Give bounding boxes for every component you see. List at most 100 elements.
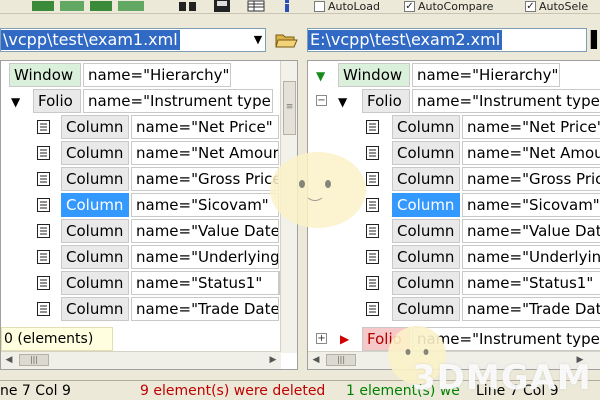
element-tag[interactable]: Folio (362, 89, 410, 113)
element-attribute[interactable]: name="Hierarchy" (412, 63, 560, 87)
element-attribute[interactable]: name="Sicovam" (131, 193, 279, 217)
element-attribute[interactable]: name="Sicovam" (462, 193, 600, 217)
element-attribute[interactable]: name="Net Amour (462, 141, 600, 165)
document-lines-icon (366, 120, 379, 134)
tree-row[interactable]: Column name="Net Price" (1, 115, 297, 139)
element-attribute[interactable]: name="Instrument type: (412, 89, 600, 113)
element-tag[interactable]: Column (392, 141, 460, 165)
collapse-box-icon[interactable]: − (316, 95, 327, 106)
tree-row[interactable]: ▼ Window name="Hierarchy" (308, 63, 600, 87)
element-attribute[interactable]: name="Trade Date (131, 297, 279, 321)
green-arrows-icon[interactable] (30, 0, 150, 12)
element-tag[interactable]: Column (392, 297, 460, 321)
autoload-checkbox-box[interactable] (314, 0, 325, 12)
element-tag[interactable]: Column (61, 141, 129, 165)
element-attribute[interactable]: name="Status1" (462, 271, 600, 295)
left-tree-pane[interactable]: Window name="Hierarchy" ▼ Folio name="Instru… (0, 60, 298, 370)
left-vertical-scroll-thumb[interactable]: ≡ (283, 81, 296, 135)
tree-row[interactable]: Column name="Trade Date (308, 297, 600, 321)
element-tag[interactable]: Folio (33, 89, 81, 113)
right-path-combobox[interactable]: E:\vcpp\test\exam2.xml (307, 28, 587, 52)
element-tag[interactable]: Column (61, 193, 129, 217)
element-tag[interactable]: Folio (362, 327, 410, 351)
tree-row[interactable]: Columnname="Status1"D (308, 271, 600, 295)
element-tag[interactable]: Window (9, 63, 81, 87)
element-attribute[interactable]: name="Instrument type: (412, 327, 600, 351)
autoselect-checkbox[interactable]: ✓ AutoSele (525, 0, 588, 13)
tree-row[interactable]: Column name="Net Amour (308, 141, 600, 165)
expand-box-icon[interactable]: + (316, 333, 327, 344)
element-tag[interactable]: Column (392, 271, 460, 295)
element-attribute[interactable]: name="Status1" (131, 271, 279, 295)
element-attribute[interactable]: name="Gross Price (462, 167, 600, 191)
element-tag[interactable]: Column (61, 219, 129, 243)
element-attribute[interactable]: name="Gross Price (131, 167, 279, 191)
tree-row[interactable]: − ▼ Folio name="Instrument type: (308, 89, 600, 113)
right-scroll-right-icon[interactable]: ▶ (572, 352, 588, 369)
right-scroll-left-icon[interactable]: ◀ (308, 352, 324, 369)
left-path-combobox[interactable]: \vcpp\test\exam1.xml ▼ (0, 28, 266, 52)
element-attribute[interactable]: name="Hierarchy" (83, 63, 231, 87)
element-attribute[interactable]: name="Trade Date (462, 297, 600, 321)
element-attribute[interactable]: name="Value Date (462, 219, 600, 243)
tree-row[interactable]: ▼ Folio name="Instrument type: (1, 89, 297, 113)
element-tag[interactable]: Column (392, 193, 460, 217)
right-tree-pane[interactable]: ▼ Window name="Hierarchy" − ▼ Folio name="Inst… (307, 60, 600, 370)
element-tag[interactable]: Column (61, 271, 129, 295)
element-attribute[interactable]: name="Net Price" (131, 115, 279, 139)
tree-row[interactable]: Column name="Sicovam" (308, 193, 600, 217)
save-icon[interactable] (212, 0, 232, 12)
element-tag[interactable]: Window (338, 63, 410, 87)
expand-window-icon[interactable]: ▼ (316, 69, 325, 83)
element-tag[interactable]: Column (61, 297, 129, 321)
autocompare-checkbox-box[interactable]: ✓ (404, 0, 415, 12)
left-path-text[interactable]: \vcpp\test\exam1.xml (1, 30, 180, 50)
tree-row[interactable]: + ▶ Folio name="Instrument type: (308, 327, 600, 351)
autoselect-checkbox-box[interactable]: ✓ (525, 0, 536, 12)
tree-row[interactable]: Column name="Net Amour (1, 141, 297, 165)
tree-row[interactable]: Column name="Value Date (308, 219, 600, 243)
info-icon[interactable] (280, 0, 294, 12)
element-tag[interactable]: Column (392, 219, 460, 243)
element-tag[interactable]: Column (392, 245, 460, 269)
autoload-checkbox[interactable]: AutoLoad (314, 0, 380, 13)
document-lines-icon (37, 146, 50, 160)
right-path-dropdown-icon[interactable]: ▌ (591, 30, 600, 49)
tree-row[interactable]: Column name="Net Price" (308, 115, 600, 139)
collapse-folio-icon[interactable]: ▼ (11, 95, 20, 109)
right-horizontal-scroll-thumb[interactable]: ||| (326, 354, 356, 366)
tree-row[interactable]: Column name="Underlying (1, 245, 297, 269)
tree-row[interactable]: Column name="Value Date (1, 219, 297, 243)
left-horizontal-scrollbar[interactable]: ◀ ||| ▶ (1, 351, 281, 369)
tree-row[interactable]: Window name="Hierarchy" (1, 63, 297, 87)
folder-open-icon[interactable] (274, 30, 298, 50)
element-attribute[interactable]: name="Underlying (131, 245, 279, 269)
tree-row[interactable]: Column name="Gross Price (308, 167, 600, 191)
element-attribute[interactable]: name="Underlying (462, 245, 600, 269)
right-path-text[interactable]: E:\vcpp\test\exam2.xml (308, 30, 503, 50)
tree-row[interactable]: Column name="Underlying (308, 245, 600, 269)
element-tag[interactable]: Column (392, 115, 460, 139)
element-tag[interactable]: Column (61, 115, 129, 139)
element-attribute[interactable]: name="Instrument type: (83, 89, 273, 113)
element-attribute[interactable]: name="Value Date (131, 219, 279, 243)
grid-icon[interactable] (246, 0, 266, 12)
collapse-folio-icon[interactable]: ▼ (338, 95, 347, 109)
binoculars-icon[interactable] (178, 0, 198, 12)
element-tag[interactable]: Column (392, 167, 460, 191)
left-scroll-left-icon[interactable]: ◀ (1, 352, 17, 369)
element-tag[interactable]: Column (61, 245, 129, 269)
left-scroll-right-icon[interactable]: ▶ (265, 352, 281, 369)
autocompare-checkbox[interactable]: ✓ AutoCompare (404, 0, 493, 13)
tree-row[interactable]: Columnname="Status1"D (1, 271, 297, 295)
left-vertical-scrollbar[interactable]: ≡ (280, 61, 297, 353)
left-path-dropdown-icon[interactable]: ▼ (251, 29, 265, 51)
left-horizontal-scroll-thumb[interactable]: ||| (19, 354, 49, 366)
tree-row[interactable]: Column name="Gross Price (1, 167, 297, 191)
tree-row[interactable]: Column name="Sicovam" (1, 193, 297, 217)
tree-row[interactable]: Column name="Trade Date (1, 297, 297, 321)
element-attribute[interactable]: name="Net Price" (462, 115, 600, 139)
right-horizontal-scrollbar[interactable]: ◀ ||| ▶ (308, 351, 600, 369)
element-attribute[interactable]: name="Net Amour (131, 141, 279, 165)
element-tag[interactable]: Column (61, 167, 129, 191)
